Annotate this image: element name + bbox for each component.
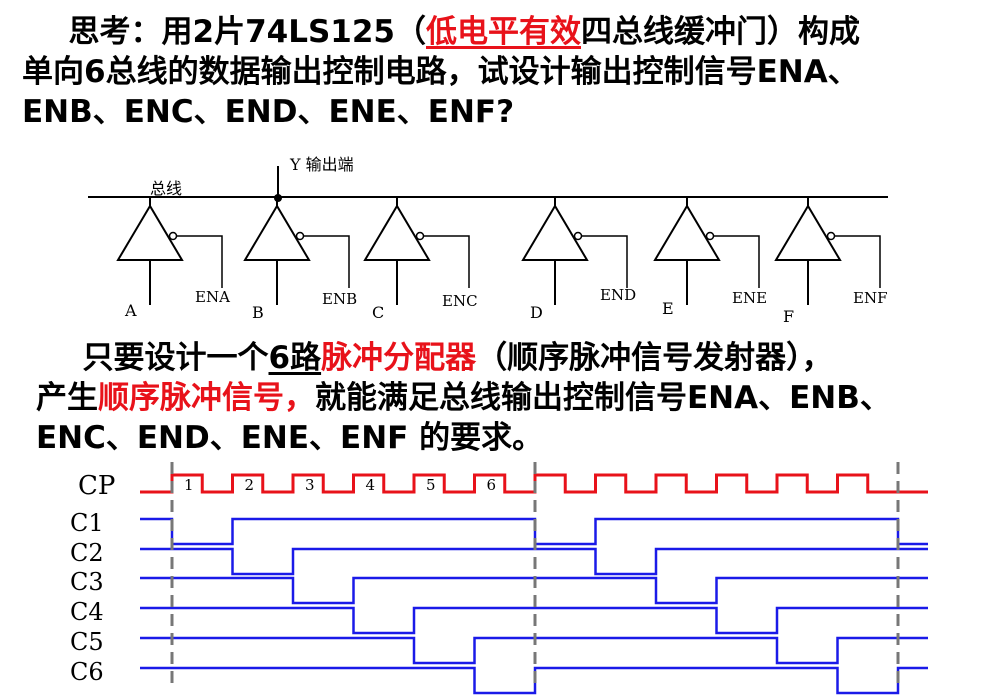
signal-label-c6: C6 bbox=[70, 658, 104, 686]
signal-label-c3: C3 bbox=[70, 568, 104, 596]
signal-label-c1: C1 bbox=[70, 509, 104, 537]
cp-label: CP bbox=[78, 471, 115, 501]
timing-diagram: CP C1C2C3C4C5C6 1 2 3 4 5 6 bbox=[70, 462, 928, 695]
pulse-number: 6 bbox=[487, 476, 497, 494]
pulse-number: 1 bbox=[184, 476, 194, 494]
pulse-number: 4 bbox=[366, 476, 376, 494]
pulse-number: 2 bbox=[245, 476, 255, 494]
pulse-number: 5 bbox=[426, 476, 436, 494]
signal-label-c2: C2 bbox=[70, 539, 104, 567]
signal-label-c5: C5 bbox=[70, 628, 104, 656]
pulse-number: 3 bbox=[305, 476, 315, 494]
signal-label-c4: C4 bbox=[70, 598, 104, 626]
